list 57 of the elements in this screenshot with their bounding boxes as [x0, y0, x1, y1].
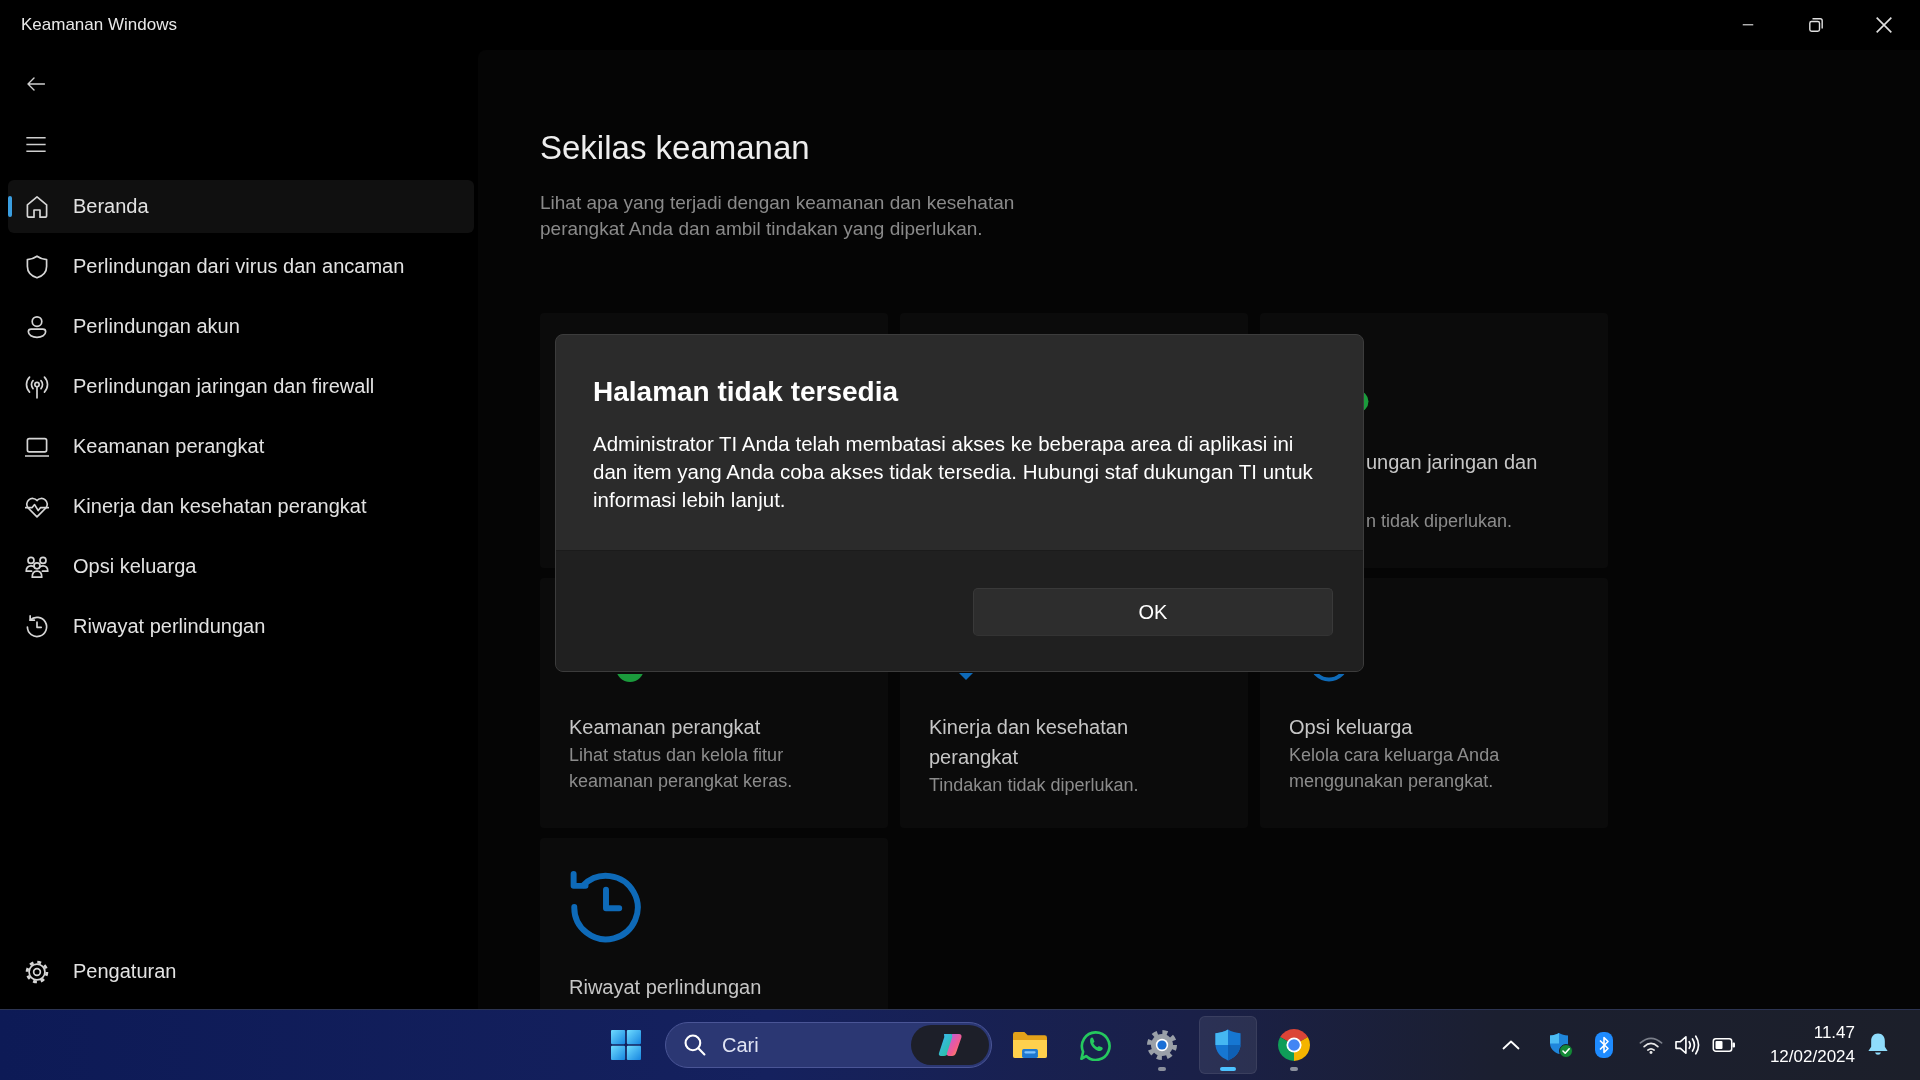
shield-check-icon[interactable] [1548, 1032, 1573, 1058]
shield-icon [25, 254, 49, 279]
volume-icon[interactable] [1673, 1034, 1700, 1056]
folder-icon [1013, 1030, 1047, 1060]
taskbar-app-button[interactable] [1199, 1016, 1257, 1074]
card-title: Keamanan perangkat [569, 715, 762, 740]
ok-button[interactable]: OK [973, 588, 1333, 636]
nav-item[interactable]: Keamanan perangkat [8, 420, 474, 473]
card-description: n tidak diperlukan. [1365, 510, 1514, 533]
minimize-icon [1741, 24, 1755, 26]
home-icon [25, 194, 49, 219]
logo-button[interactable] [911, 1025, 989, 1065]
clock-time[interactable]: 11.47 [1813, 1021, 1855, 1045]
antenna-icon [25, 374, 49, 399]
nav-item[interactable]: Perlindungan dari virus dan ancaman [8, 240, 474, 293]
nav-item[interactable]: Beranda [8, 180, 474, 233]
window-title: Keamanan Windows [21, 15, 177, 35]
card-title: Opsi keluarga [1289, 715, 1414, 740]
dialog-title: Halaman tidak tersedia [593, 375, 900, 409]
search-box[interactable]: Cari [665, 1022, 992, 1068]
menu-icon [26, 136, 46, 152]
arrow-left-icon [27, 77, 45, 91]
card[interactable]: Riwayat perlindungan [540, 838, 888, 1009]
search-icon [684, 1034, 706, 1056]
chevron-up-icon[interactable] [1501, 1040, 1520, 1050]
clock-date[interactable]: 12/02/2024 [1769, 1045, 1855, 1069]
selection-indicator [8, 196, 12, 217]
nav-item[interactable]: Opsi keluarga [8, 540, 474, 593]
people-icon [25, 554, 49, 579]
restore-icon [1809, 18, 1823, 32]
search-field[interactable]: Cari [722, 1030, 911, 1060]
bluetooth-icon[interactable] [1594, 1032, 1613, 1058]
shield-icon [1213, 1029, 1243, 1061]
card-description: Kelola cara keluarga Anda menggunakan perangkat. [1289, 744, 1501, 793]
card-title: Kinerja dan kesehatan perangkat [929, 715, 1130, 770]
nav-item[interactable]: Perlindungan jaringan dan firewall [8, 360, 474, 413]
page-subtitle: Lihat apa yang terjadi dengan keamanan dan kesehatan perangkat Anda dan ambil tindakan yang diperlukan. [540, 191, 1016, 241]
nav-item[interactable]: Perlindungan akun [8, 300, 474, 353]
bell-icon[interactable] [1867, 1033, 1889, 1057]
close-icon [1876, 17, 1892, 33]
card-description: Lihat status dan kelola fitur keamanan perangkat keras. [569, 744, 794, 793]
swirl-logo-icon [936, 1032, 964, 1058]
nav-item[interactable]: Riwayat perlindungan [8, 600, 474, 653]
wifi-icon[interactable] [1638, 1036, 1663, 1054]
page-title: Sekilas keamanan [540, 128, 811, 168]
phone-bubble-icon [1080, 1029, 1112, 1061]
battery-icon[interactable] [1711, 1038, 1736, 1052]
gear-icon [1146, 1029, 1178, 1061]
settings-button[interactable]: Pengaturan [8, 945, 474, 998]
nav-item[interactable]: Kinerja dan kesehatan perangkat [8, 480, 474, 533]
circle-logo-icon [1278, 1029, 1310, 1061]
gear-icon [25, 959, 49, 984]
windows-logo-icon [611, 1030, 641, 1060]
person-icon [25, 314, 49, 339]
clock-history-icon [25, 614, 49, 639]
card-description: Tindakan tidak diperlukan. [929, 774, 1140, 797]
card-title: Riwayat perlindungan [569, 975, 763, 1000]
